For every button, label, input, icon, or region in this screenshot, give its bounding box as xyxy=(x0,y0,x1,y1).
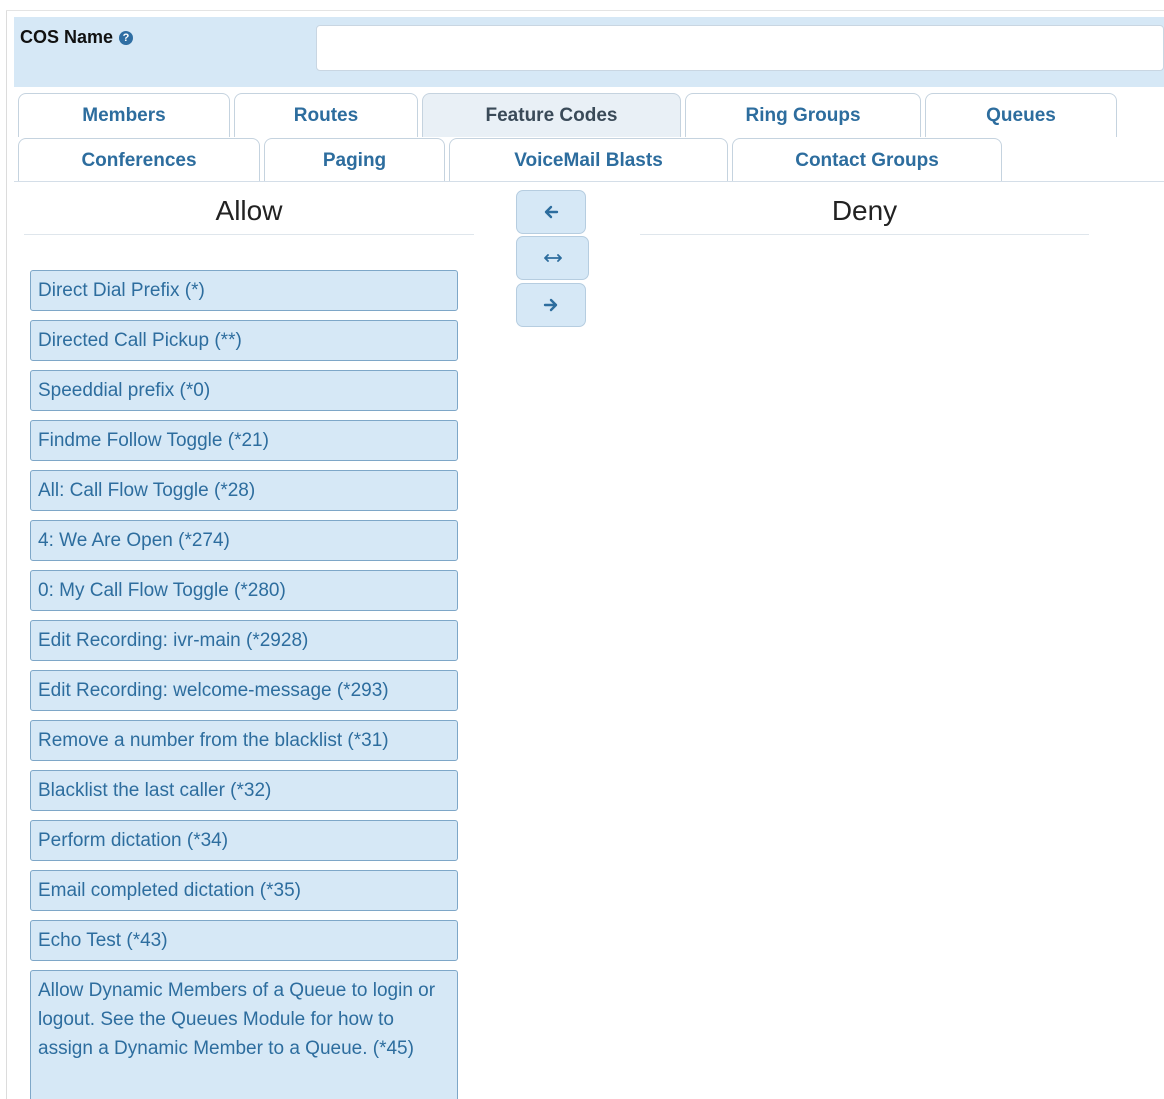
arrow-left-icon xyxy=(544,205,559,219)
allow-item[interactable]: Findme Follow Toggle (*21) xyxy=(30,420,458,461)
tab-members[interactable]: Members xyxy=(18,93,230,137)
cos-name-input[interactable] xyxy=(316,25,1164,71)
cos-name-label: COS Name xyxy=(20,27,114,47)
allow-item[interactable]: Email completed dictation (*35) xyxy=(30,870,458,911)
page-frame-top-border xyxy=(6,10,1164,11)
tab-bar-divider xyxy=(14,181,1164,182)
allow-item[interactable]: Directed Call Pickup (**) xyxy=(30,320,458,361)
tab-voicemail-blasts[interactable]: VoiceMail Blasts xyxy=(449,138,728,182)
tab-label: Feature Codes xyxy=(485,104,618,126)
allow-item[interactable]: 4: We Are Open (*274) xyxy=(30,520,458,561)
arrow-right-icon xyxy=(543,298,558,312)
tab-label: Contact Groups xyxy=(795,149,939,171)
deny-list[interactable] xyxy=(640,240,1089,1090)
allow-item[interactable]: Edit Recording: ivr-main (*2928) xyxy=(30,620,458,661)
tab-label: Routes xyxy=(293,104,359,126)
tab-queues[interactable]: Queues xyxy=(925,93,1117,137)
deny-heading: Deny xyxy=(831,195,898,226)
move-left-button[interactable] xyxy=(516,190,586,234)
allow-item[interactable]: Remove a number from the blacklist (*31) xyxy=(30,720,458,761)
cos-name-row: COS Name ? xyxy=(14,17,1164,87)
allow-item[interactable]: Speeddial prefix (*0) xyxy=(30,370,458,411)
swap-all-button[interactable] xyxy=(516,236,589,280)
allow-heading: Allow xyxy=(215,195,283,226)
allow-item[interactable]: 0: My Call Flow Toggle (*280) xyxy=(30,570,458,611)
allow-item[interactable]: Direct Dial Prefix (*) xyxy=(30,270,458,311)
tab-routes[interactable]: Routes xyxy=(234,93,418,137)
move-right-button[interactable] xyxy=(516,283,586,327)
tab-label: Ring Groups xyxy=(745,104,861,126)
arrows-left-right-icon xyxy=(543,254,562,262)
tab-paging[interactable]: Paging xyxy=(264,138,445,182)
deny-heading-rule xyxy=(640,234,1089,235)
allow-item[interactable]: Echo Test (*43) xyxy=(30,920,458,961)
tab-label: VoiceMail Blasts xyxy=(514,149,663,171)
allow-item[interactable]: Perform dictation (*34) xyxy=(30,820,458,861)
tab-feature-codes[interactable]: Feature Codes xyxy=(422,93,681,137)
allow-heading-rule xyxy=(24,234,474,235)
allow-item[interactable]: Blacklist the last caller (*32) xyxy=(30,770,458,811)
tab-ring-groups[interactable]: Ring Groups xyxy=(685,93,921,137)
tab-contact-groups[interactable]: Contact Groups xyxy=(732,138,1002,182)
tab-label: Conferences xyxy=(81,149,197,171)
tab-label: Paging xyxy=(322,149,387,171)
allow-item[interactable]: Allow Dynamic Members of a Queue to logi… xyxy=(30,970,458,1099)
cos-name-label-wrap: COS Name ? xyxy=(20,27,134,48)
tab-label: Queues xyxy=(986,104,1056,126)
question-circle-icon[interactable]: ? xyxy=(119,30,134,45)
allow-item[interactable]: Edit Recording: welcome-message (*293) xyxy=(30,670,458,711)
page-frame-left-border xyxy=(6,10,7,1099)
tab-label: Members xyxy=(82,104,166,126)
allow-item[interactable]: All: Call Flow Toggle (*28) xyxy=(30,470,458,511)
tab-conferences[interactable]: Conferences xyxy=(18,138,260,182)
